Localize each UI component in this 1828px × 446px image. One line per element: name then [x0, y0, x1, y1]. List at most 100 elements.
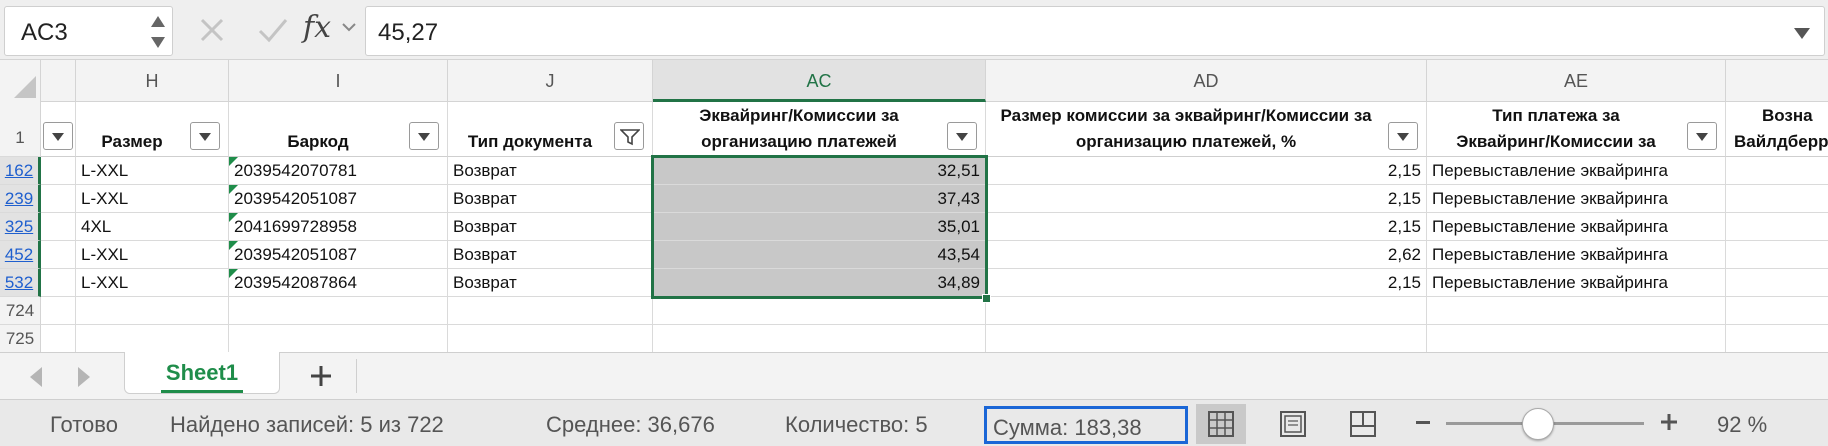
table-cell[interactable] [1427, 325, 1726, 352]
row-header[interactable]: 725 [0, 325, 41, 352]
table-cell[interactable] [1726, 157, 1828, 185]
table-cell[interactable]: 35,01 [653, 213, 986, 241]
column-header-ae[interactable]: AE [1427, 60, 1726, 102]
filter-dropdown-button[interactable] [1388, 122, 1418, 150]
table-cell[interactable] [41, 297, 76, 325]
table-cell[interactable]: 2039542087864 [229, 269, 448, 297]
row-header[interactable]: 532 [0, 269, 41, 297]
active-filter-button[interactable] [614, 122, 644, 150]
table-cell[interactable] [41, 185, 76, 213]
table-cell[interactable]: 34,89 [653, 269, 986, 297]
table-cell[interactable] [1726, 325, 1828, 352]
page-layout-button[interactable] [1268, 404, 1318, 444]
table-cell[interactable]: 4XL [76, 213, 229, 241]
table-cell[interactable]: 2039542051087 [229, 185, 448, 213]
row-header[interactable]: 724 [0, 297, 41, 325]
table-cell[interactable]: 2,15 [986, 185, 1427, 213]
table-cell[interactable] [41, 241, 76, 269]
table-cell[interactable] [41, 213, 76, 241]
table-cell[interactable] [1427, 297, 1726, 325]
table-cell[interactable] [41, 157, 76, 185]
checkmark-icon[interactable] [256, 14, 290, 46]
table-cell[interactable] [76, 297, 229, 325]
filter-dropdown-button[interactable] [947, 122, 977, 150]
table-cell[interactable]: Перевыставление эквайринга [1427, 213, 1726, 241]
tab-sheet1[interactable]: Sheet1 [124, 352, 280, 394]
column-header-ad[interactable]: AD [986, 60, 1427, 102]
row-header[interactable]: 239 [0, 185, 41, 213]
column-header-af[interactable] [1726, 60, 1828, 102]
row-header[interactable]: 452 [0, 241, 41, 269]
table-cell[interactable]: 2,15 [986, 157, 1427, 185]
table-cell[interactable]: 2039542070781 [229, 157, 448, 185]
table-cell[interactable] [76, 325, 229, 352]
filter-dropdown-button[interactable] [409, 122, 439, 150]
table-cell[interactable]: 2,15 [986, 269, 1427, 297]
select-all-button[interactable] [0, 60, 41, 102]
row-header[interactable]: 325 [0, 213, 41, 241]
table-cell[interactable] [448, 297, 653, 325]
function-icon[interactable]: fx [303, 10, 331, 45]
spreadsheet-grid[interactable]: H I J AC AD AE 1 Размер Баркод Тип докум… [0, 60, 1828, 352]
table-cell[interactable]: L-XXL [76, 157, 229, 185]
table-cell[interactable] [1726, 185, 1828, 213]
table-cell[interactable]: L-XXL [76, 185, 229, 213]
page-break-preview-button[interactable] [1338, 404, 1388, 444]
fill-handle[interactable] [982, 294, 991, 303]
table-cell[interactable] [653, 297, 986, 325]
filter-dropdown-button[interactable] [43, 122, 73, 150]
table-cell[interactable]: 32,51 [653, 157, 986, 185]
table-cell[interactable]: 2041699728958 [229, 213, 448, 241]
table-cell[interactable]: Перевыставление эквайринга [1427, 241, 1726, 269]
filter-dropdown-button[interactable] [190, 122, 220, 150]
column-header-i[interactable]: I [229, 60, 448, 102]
cancel-icon[interactable] [196, 14, 228, 46]
table-cell[interactable]: Возврат [448, 213, 653, 241]
table-cell[interactable]: Перевыставление эквайринга [1427, 269, 1726, 297]
zoom-slider-thumb[interactable] [1522, 408, 1554, 440]
column-header-j[interactable]: J [448, 60, 653, 102]
table-cell[interactable] [229, 297, 448, 325]
zoom-out-button[interactable] [1416, 421, 1430, 424]
table-cell[interactable]: Перевыставление эквайринга [1427, 185, 1726, 213]
table-cell[interactable]: L-XXL [76, 269, 229, 297]
prev-sheet-icon[interactable] [30, 367, 42, 387]
next-sheet-icon[interactable] [78, 367, 90, 387]
table-cell[interactable] [229, 325, 448, 352]
filter-dropdown-button[interactable] [1687, 122, 1717, 150]
row-header-1[interactable]: 1 [0, 102, 41, 157]
table-cell[interactable] [1726, 269, 1828, 297]
table-cell[interactable] [1726, 213, 1828, 241]
table-cell[interactable] [41, 269, 76, 297]
table-cell[interactable] [986, 297, 1427, 325]
name-box[interactable]: AC3 [4, 6, 173, 56]
table-cell[interactable]: 2039542051087 [229, 241, 448, 269]
add-sheet-button[interactable] [303, 359, 339, 393]
status-sum-box[interactable]: Сумма: 183,38 [984, 406, 1188, 444]
table-cell[interactable]: Возврат [448, 185, 653, 213]
table-cell[interactable] [1726, 297, 1828, 325]
column-header-ac[interactable]: AC [653, 60, 986, 102]
table-cell[interactable]: Возврат [448, 269, 653, 297]
expand-formula-icon[interactable] [1794, 28, 1810, 39]
table-cell[interactable]: Перевыставление эквайринга [1427, 157, 1726, 185]
table-cell[interactable]: 43,54 [653, 241, 986, 269]
chevron-down-icon[interactable] [342, 22, 356, 32]
table-cell[interactable]: 2,62 [986, 241, 1427, 269]
table-cell[interactable] [41, 325, 76, 352]
table-cell[interactable]: Возврат [448, 157, 653, 185]
formula-input[interactable]: 45,27 [365, 6, 1825, 56]
table-cell[interactable] [1726, 241, 1828, 269]
normal-view-button[interactable] [1196, 404, 1246, 444]
table-cell[interactable]: 2,15 [986, 213, 1427, 241]
column-header-hidden[interactable] [41, 60, 76, 102]
zoom-in-button[interactable] [1660, 413, 1678, 431]
table-cell[interactable] [448, 325, 653, 352]
table-cell[interactable]: 37,43 [653, 185, 986, 213]
row-header[interactable]: 162 [0, 157, 41, 185]
name-box-stepper[interactable] [150, 13, 166, 51]
table-cell[interactable] [986, 325, 1427, 352]
table-cell[interactable] [653, 325, 986, 352]
table-cell[interactable]: Возврат [448, 241, 653, 269]
table-cell[interactable]: L-XXL [76, 241, 229, 269]
